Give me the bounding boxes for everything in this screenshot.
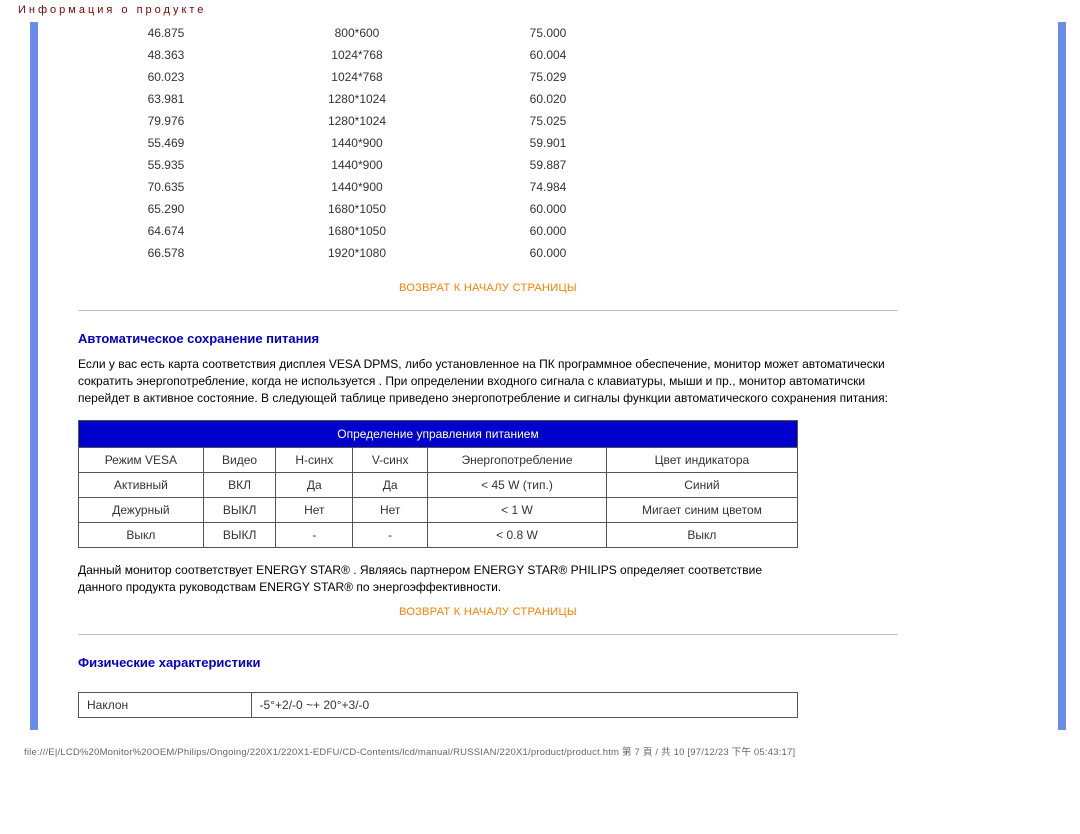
- divider: [78, 634, 898, 635]
- table-row: 64.6741680*105060.000: [92, 220, 622, 242]
- table-row: Наклон-5°+2/-0 ~+ 20°+3/-0: [79, 692, 798, 717]
- table-header-cell: V-синх: [353, 448, 428, 473]
- table-row: 60.0231024*76875.029: [92, 66, 622, 88]
- power-saving-text: Если у вас есть карта соответствия диспл…: [78, 356, 898, 406]
- power-management-table: Определение управления питанием Режим VE…: [78, 420, 798, 548]
- left-margin-bar: [30, 22, 38, 730]
- resolution-modes-table: 46.875800*60075.00048.3631024*76860.0046…: [92, 22, 622, 264]
- right-margin-bar: [1058, 22, 1066, 730]
- table-row: 63.9811280*102460.020: [92, 88, 622, 110]
- table-row: 55.9351440*90059.887: [92, 154, 622, 176]
- table-row: 65.2901680*105060.000: [92, 198, 622, 220]
- table-header-cell: Режим VESA: [79, 448, 204, 473]
- table-header-cell: Видео: [203, 448, 276, 473]
- table-header-cell: Цвет индикатора: [606, 448, 797, 473]
- return-to-top-link[interactable]: ВОЗВРАТ К НАЧАЛУ СТРАНИЦЫ: [399, 606, 577, 618]
- table-row: АктивныйВКЛДаДа< 45 W (тип.)Синий: [79, 473, 798, 498]
- energy-star-note: Данный монитор соответствует ENERGY STAR…: [78, 562, 778, 596]
- table-row: 48.3631024*76860.004: [92, 44, 622, 66]
- table-row: 70.6351440*90074.984: [92, 176, 622, 198]
- table-row: 46.875800*60075.000: [92, 22, 622, 44]
- table-row: ВыклВЫКЛ--< 0.8 WВыкл: [79, 523, 798, 548]
- table-row: 79.9761280*102475.025: [92, 110, 622, 132]
- table-row: ДежурныйВЫКЛНетНет< 1 WМигает синим цвет…: [79, 498, 798, 523]
- divider: [78, 310, 898, 311]
- return-to-top-link[interactable]: ВОЗВРАТ К НАЧАЛУ СТРАНИЦЫ: [399, 282, 577, 294]
- section-power-saving-title: Автоматическое сохранение питания: [78, 329, 898, 356]
- footer-path: file:///E|/LCD%20Monitor%20OEM/Philips/O…: [0, 742, 1080, 760]
- pm-table-title: Определение управления питанием: [79, 421, 798, 448]
- table-header-cell: Энергопотребление: [428, 448, 607, 473]
- section-physical-title: Физические характеристики: [78, 653, 898, 680]
- table-header-cell: Н-синх: [276, 448, 353, 473]
- page-title: Информация о продукте: [0, 0, 1080, 22]
- table-row: 55.4691440*90059.901: [92, 132, 622, 154]
- physical-specs-table: Наклон-5°+2/-0 ~+ 20°+3/-0: [78, 692, 798, 718]
- table-row: 66.5781920*108060.000: [92, 242, 622, 264]
